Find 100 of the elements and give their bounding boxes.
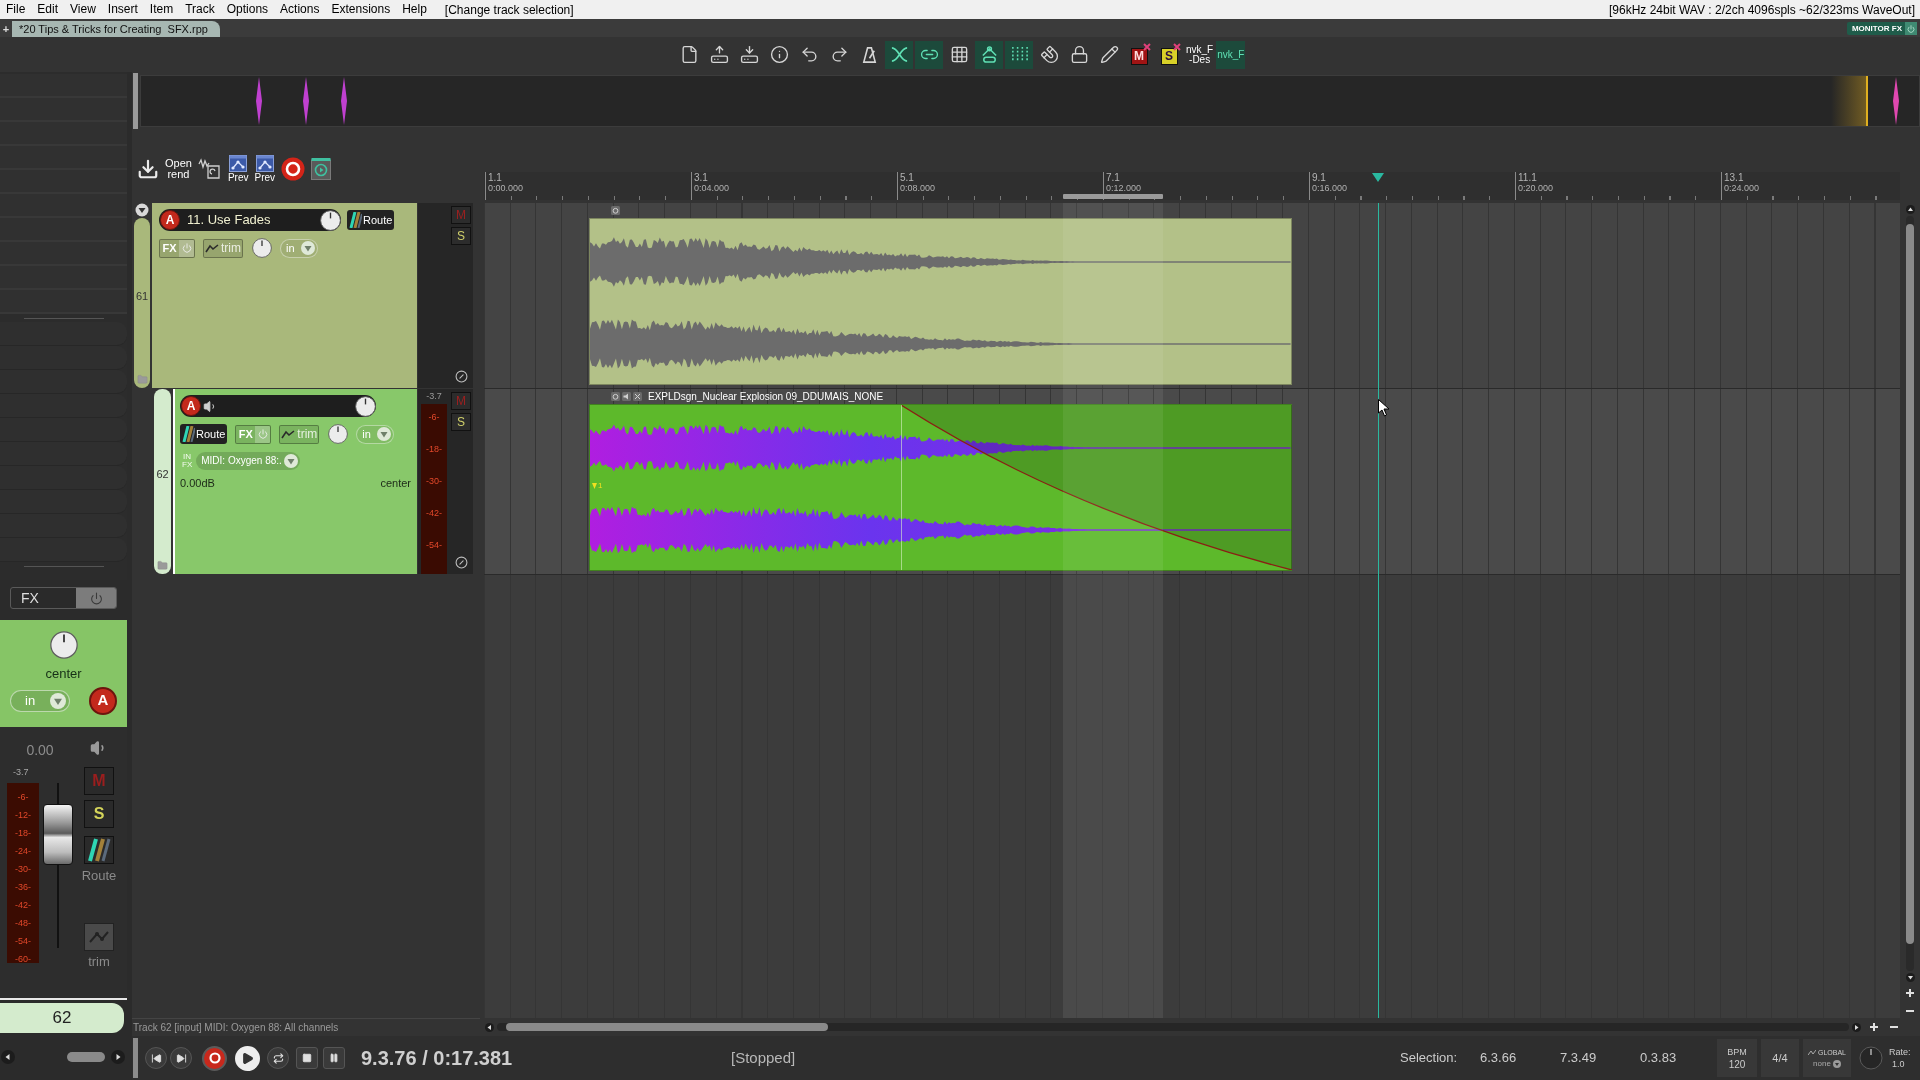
record-arm-button[interactable]: A	[181, 396, 201, 416]
route-stripes-icon	[182, 426, 195, 442]
track-name-field[interactable]: A 11. Use Fades	[159, 209, 341, 231]
menu-item[interactable]: File	[0, 0, 32, 19]
toolbar-button[interactable]: S	[1155, 40, 1183, 69]
resize-handle[interactable]	[133, 1038, 138, 1078]
volume-knob-icon[interactable]	[355, 395, 376, 417]
meter-scale-label: -54-	[15, 935, 31, 946]
repeat-button[interactable]	[267, 1047, 289, 1069]
pan-knob-icon[interactable]	[328, 424, 349, 444]
record-arm-button[interactable]: A	[160, 210, 180, 230]
folder-icon	[136, 374, 148, 385]
crossfade-icon	[889, 45, 909, 64]
collapse-icon[interactable]	[135, 203, 149, 217]
scroll-left-icon[interactable]	[1, 1049, 15, 1064]
ring-icon[interactable]	[611, 392, 620, 401]
selection-label: Selection:	[1400, 1049, 1459, 1068]
scroll-down-icon[interactable]	[1905, 973, 1915, 982]
scroll-up-icon[interactable]	[1905, 205, 1915, 214]
x-box-icon[interactable]	[633, 392, 642, 401]
skip-forward-button[interactable]	[170, 1047, 192, 1069]
play-button[interactable]	[235, 1045, 260, 1071]
resize-handle[interactable]	[133, 73, 138, 129]
horizontal-scrollbar[interactable]	[497, 1023, 1849, 1031]
edit-cursor-marker-icon[interactable]	[1372, 173, 1384, 182]
toolbar-button[interactable]	[885, 40, 913, 69]
solo-button[interactable]: S	[451, 227, 471, 245]
volume-readout: 0.00dB	[180, 476, 215, 491]
meter-scale-label: -42-	[15, 899, 31, 910]
play-icon	[241, 1051, 254, 1065]
new-tab-button[interactable]: +	[0, 21, 12, 37]
node-graph-icon	[229, 155, 248, 172]
playrate-knob-icon[interactable]	[1859, 1046, 1883, 1070]
preview-button[interactable]: Prev	[254, 155, 276, 183]
zoom-in-icon[interactable]	[1869, 1022, 1879, 1032]
track-number-tab[interactable]: 62	[154, 389, 171, 574]
track-name-field[interactable]: A	[180, 395, 376, 417]
loop-play-icon[interactable]	[311, 158, 332, 180]
action-hint: [Change track selection]	[444, 1, 574, 19]
track-number-tab[interactable]: 61	[134, 218, 150, 388]
route-icon[interactable]	[84, 836, 114, 864]
stop-button[interactable]	[296, 1047, 318, 1069]
fade-out-curve[interactable]	[901, 405, 1292, 570]
menu-item[interactable]: Options	[220, 0, 275, 19]
route-button[interactable]: Route	[347, 210, 395, 230]
meter-scale-label: -36-	[15, 881, 31, 892]
zoom-in-icon[interactable]	[1905, 988, 1915, 998]
ruler-measure-label: 3.1	[694, 172, 709, 183]
media-item[interactable]	[589, 218, 1292, 385]
volume-knob-icon[interactable]	[320, 209, 341, 231]
menu-item[interactable]: Extensions	[325, 0, 397, 19]
toolbar-button[interactable]	[975, 40, 1003, 69]
scrollbar-thumb[interactable]	[506, 1023, 828, 1031]
preview-button[interactable]: Prev	[227, 155, 249, 183]
download-icon[interactable]	[137, 158, 159, 180]
magnet-icon	[1039, 45, 1059, 64]
scroll-right-icon[interactable]	[1852, 1022, 1861, 1032]
scroll-left-icon[interactable]	[485, 1022, 494, 1032]
pause-button[interactable]	[323, 1047, 345, 1069]
toolbar-button[interactable]	[1005, 40, 1033, 69]
toolbar-text-button[interactable]: Open rend	[165, 158, 192, 180]
timeline-ruler[interactable]: 1.1 0:00.000 3.1 0:04.000 5.1 0:08.000 7.1 0:12.000 9.1 0:16.000 11.1 0:20.000 13.1 0:24.000	[484, 172, 1900, 200]
toolbar-text-button[interactable]: nvk_F -Des	[1185, 40, 1215, 69]
phase-icon[interactable]	[454, 370, 468, 383]
menu-item[interactable]: Insert	[101, 0, 144, 19]
menu-item[interactable]: Item	[143, 0, 180, 19]
ring-icon[interactable]	[611, 206, 620, 215]
menu-item[interactable]: Edit	[31, 0, 65, 19]
menu-item[interactable]: Help	[396, 0, 433, 19]
skip-back-button[interactable]	[145, 1047, 167, 1069]
waveform-document-icon[interactable]	[197, 158, 222, 180]
time-signature-box[interactable]: 4/4	[1761, 1039, 1799, 1077]
menu-item[interactable]: Actions	[274, 0, 326, 19]
solo-button[interactable]: S	[451, 413, 471, 431]
toolbar-button[interactable]	[915, 40, 943, 69]
toolbar-text-button[interactable]: nvk_F	[1216, 40, 1246, 69]
phase-icon[interactable]	[454, 556, 468, 569]
monitor-fx-button[interactable]: MONITOR FX	[1846, 22, 1917, 35]
record-arm-button[interactable]: A	[89, 686, 117, 715]
bpm-label: BPM	[1727, 1045, 1747, 1058]
project-tab[interactable]: *20 Tips & Tricks for Creating SFX.rpp	[12, 21, 220, 37]
record-icon[interactable]	[281, 157, 306, 181]
route-button[interactable]: Route	[180, 424, 228, 444]
record-button[interactable]	[202, 1045, 227, 1071]
volume-readout: 0.00	[25, 741, 55, 760]
scroll-right-icon[interactable]	[111, 1049, 125, 1064]
pan-readout: center	[45, 665, 82, 683]
toolbar-button[interactable]: M	[1125, 40, 1153, 69]
menu-item[interactable]: Track	[179, 0, 221, 19]
volume-fader-track[interactable]	[43, 782, 73, 948]
pan-knob-icon[interactable]	[252, 238, 272, 258]
power-icon	[1905, 22, 1917, 35]
fx-button[interactable]: FX	[10, 587, 117, 609]
ruler-time-label: 0:24.000	[1724, 183, 1760, 193]
solo-button[interactable]: S	[84, 800, 114, 828]
tempo-box[interactable]: BPM 120	[1717, 1039, 1757, 1077]
fader-handle[interactable]	[43, 804, 73, 866]
pan-knob-icon[interactable]	[49, 631, 78, 659]
menu-item[interactable]: View	[64, 0, 102, 19]
scrollbar-thumb[interactable]	[67, 1051, 105, 1062]
